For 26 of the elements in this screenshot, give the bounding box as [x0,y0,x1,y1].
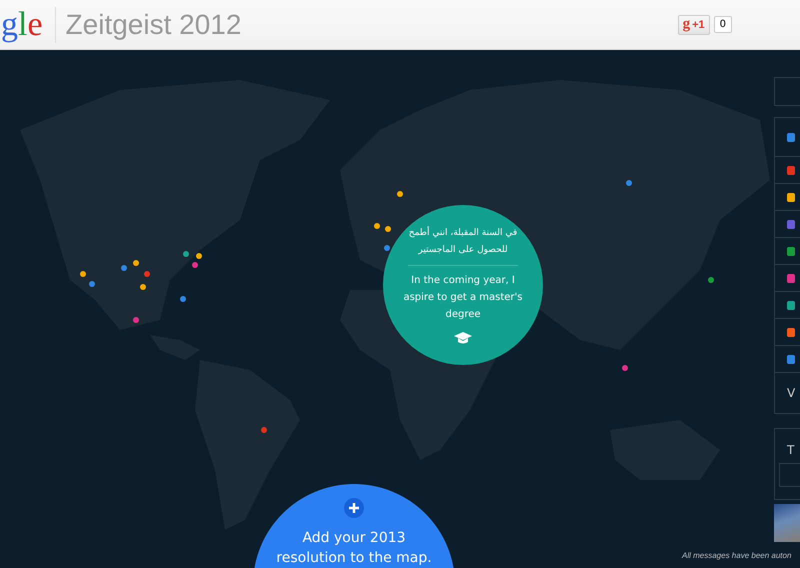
category-icon[interactable] [787,132,795,142]
map-pin[interactable] [708,277,714,283]
message-original: في السنة المقبلة، انني أطمح للحصول على الماجستير [408,225,518,257]
graduation-cap-icon [453,331,473,345]
plus-icon [344,498,364,518]
category-icon[interactable] [787,192,795,202]
plus-one-count: 0 [714,16,732,33]
add-resolution-text: Add your 2013 resolution to the map. [275,529,433,568]
map-pin[interactable] [622,365,628,371]
panel-label: T [787,443,796,457]
category-icon[interactable] [787,354,795,364]
footer-note: All messages have been auton [682,551,792,560]
category-icon[interactable] [787,274,795,282]
logo: gle [1,6,43,44]
add-resolution-bubble[interactable]: Add your 2013 resolution to the map. [253,484,455,568]
category-icon[interactable] [787,246,795,256]
category-icon[interactable] [787,300,795,310]
plus-one-button[interactable]: g+1 [678,14,710,34]
map-pin[interactable] [196,253,202,259]
page-title: Zeitgeist 2012 [66,8,242,40]
map-pin[interactable] [192,262,198,268]
category-icon[interactable] [787,166,795,174]
panel-label[interactable]: V [787,386,796,400]
category-icon[interactable] [787,328,795,336]
map-pin[interactable] [180,296,186,302]
message-translation: In the coming year, I aspire to get a master's degree [402,274,524,322]
